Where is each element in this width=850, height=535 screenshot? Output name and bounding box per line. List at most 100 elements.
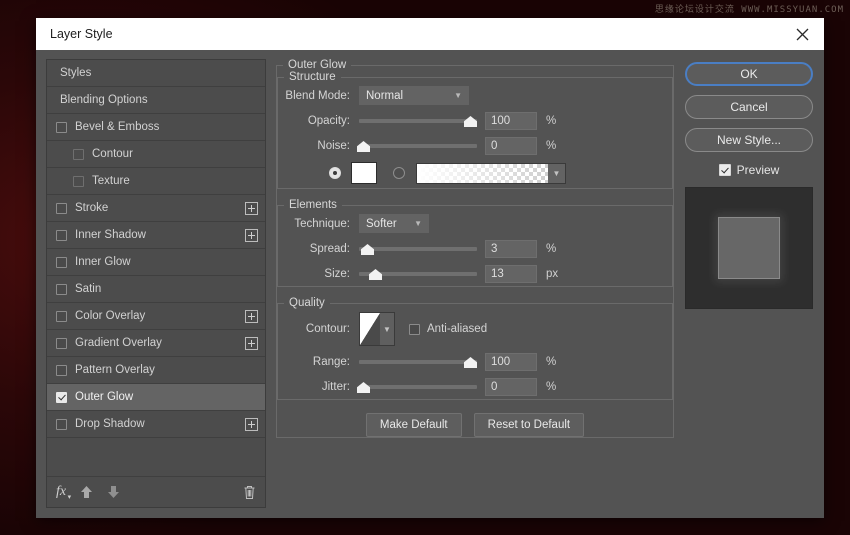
size-slider-thumb[interactable] bbox=[369, 269, 382, 280]
technique-value: Softer bbox=[366, 218, 404, 230]
size-input[interactable]: 13 bbox=[485, 265, 537, 283]
range-input[interactable]: 100 bbox=[485, 353, 537, 371]
noise-slider-thumb[interactable] bbox=[357, 141, 370, 152]
dialog-titlebar: Layer Style bbox=[36, 18, 824, 50]
noise-slider[interactable] bbox=[359, 136, 477, 155]
make-default-button[interactable]: Make Default bbox=[366, 413, 462, 437]
jitter-slider[interactable] bbox=[359, 377, 477, 396]
sidebar-item-inner-glow[interactable]: Inner Glow bbox=[47, 249, 265, 276]
reset-to-default-button[interactable]: Reset to Default bbox=[474, 413, 584, 437]
sidebar-item-texture[interactable]: Texture bbox=[47, 168, 265, 195]
effect-toggle-checkbox[interactable] bbox=[56, 365, 67, 376]
anti-aliased-box[interactable] bbox=[409, 324, 420, 335]
chevron-down-icon[interactable]: ▼ bbox=[380, 313, 394, 345]
effect-toggle-checkbox[interactable] bbox=[56, 257, 67, 268]
anti-aliased-checkbox[interactable]: Anti-aliased bbox=[409, 323, 487, 335]
outer-glow-title: Outer Glow bbox=[283, 59, 351, 71]
effect-toggle-checkbox[interactable] bbox=[73, 176, 84, 187]
effect-toggle-checkbox[interactable] bbox=[56, 230, 67, 241]
sidebar-item-satin[interactable]: Satin bbox=[47, 276, 265, 303]
jitter-slider-thumb[interactable] bbox=[357, 382, 370, 393]
add-effect-icon[interactable] bbox=[245, 337, 258, 350]
noise-label: Noise: bbox=[278, 140, 359, 152]
opacity-slider-thumb[interactable] bbox=[464, 116, 477, 127]
sidebar-item-label: Satin bbox=[75, 283, 258, 295]
add-effect-icon[interactable] bbox=[245, 202, 258, 215]
jitter-input[interactable]: 0 bbox=[485, 378, 537, 396]
sidebar-item-color-overlay[interactable]: Color Overlay bbox=[47, 303, 265, 330]
sidebar-item-drop-shadow[interactable]: Drop Shadow bbox=[47, 411, 265, 438]
contour-row: Contour: ▼ Anti-aliased bbox=[278, 309, 672, 349]
sidebar-item-gradient-overlay[interactable]: Gradient Overlay bbox=[47, 330, 265, 357]
arrow-down-icon[interactable] bbox=[107, 485, 120, 499]
add-effect-icon[interactable] bbox=[245, 229, 258, 242]
size-slider[interactable] bbox=[359, 264, 477, 283]
effect-toggle-checkbox[interactable] bbox=[56, 203, 67, 214]
sidebar-item-outer-glow[interactable]: Outer Glow bbox=[47, 384, 265, 411]
range-slider[interactable] bbox=[359, 352, 477, 371]
sidebar-item-bevel-emboss[interactable]: Bevel & Emboss bbox=[47, 114, 265, 141]
effect-toggle-checkbox[interactable] bbox=[73, 149, 84, 160]
effect-toggle-checkbox[interactable] bbox=[56, 419, 67, 430]
noise-row: Noise: 0 % bbox=[278, 133, 672, 158]
range-row: Range: 100 % bbox=[278, 349, 672, 374]
sidebar-item-inner-shadow[interactable]: Inner Shadow bbox=[47, 222, 265, 249]
sidebar-item-stroke[interactable]: Stroke bbox=[47, 195, 265, 222]
preview-checkbox-box[interactable] bbox=[719, 164, 731, 176]
effect-settings-panel: Outer Glow Structure Blend Mode: Normal … bbox=[276, 59, 674, 508]
technique-row: Technique: Softer ▼ bbox=[278, 211, 672, 236]
opacity-input[interactable]: 100 bbox=[485, 112, 537, 130]
blend-mode-row: Blend Mode: Normal ▼ bbox=[278, 83, 672, 108]
styles-sidebar: Styles Blending OptionsBevel & EmbossCont… bbox=[46, 59, 266, 508]
spread-input[interactable]: 3 bbox=[485, 240, 537, 258]
glow-color-swatch[interactable] bbox=[351, 162, 377, 184]
ok-button[interactable]: OK bbox=[685, 62, 813, 86]
style-list[interactable]: Styles Blending OptionsBevel & EmbossCont… bbox=[47, 60, 265, 476]
elements-legend: Elements bbox=[284, 199, 342, 211]
sidebar-item-styles[interactable]: Styles bbox=[47, 60, 265, 87]
jitter-row: Jitter: 0 % bbox=[278, 374, 672, 399]
spread-slider[interactable] bbox=[359, 239, 477, 258]
add-effect-icon[interactable] bbox=[245, 418, 258, 431]
add-effect-icon[interactable] bbox=[245, 310, 258, 323]
sidebar-item-label: Color Overlay bbox=[75, 310, 245, 322]
effect-toggle-checkbox[interactable] bbox=[56, 338, 67, 349]
arrow-up-icon[interactable] bbox=[80, 485, 93, 499]
fx-icon[interactable]: fx▾ bbox=[56, 484, 66, 500]
cancel-button[interactable]: Cancel bbox=[685, 95, 813, 119]
range-unit: % bbox=[546, 356, 562, 368]
sidebar-item-contour[interactable]: Contour bbox=[47, 141, 265, 168]
effect-toggle-checkbox[interactable] bbox=[56, 284, 67, 295]
effect-toggle-checkbox[interactable] bbox=[56, 122, 67, 133]
color-fill-radio[interactable] bbox=[329, 167, 341, 179]
close-icon[interactable] bbox=[780, 18, 824, 50]
blend-mode-select[interactable]: Normal ▼ bbox=[359, 86, 469, 105]
sidebar-item-blending-options[interactable]: Blending Options bbox=[47, 87, 265, 114]
technique-select[interactable]: Softer ▼ bbox=[359, 214, 429, 233]
contour-picker[interactable]: ▼ bbox=[359, 312, 395, 346]
gradient-picker[interactable]: ▼ bbox=[416, 163, 566, 184]
dialog-title: Layer Style bbox=[50, 27, 780, 41]
range-label: Range: bbox=[278, 356, 359, 368]
spread-slider-thumb[interactable] bbox=[361, 244, 374, 255]
fill-type-row: ▼ bbox=[278, 158, 672, 188]
noise-input[interactable]: 0 bbox=[485, 137, 537, 155]
effect-toggle-checkbox[interactable] bbox=[56, 311, 67, 322]
effect-toggle-checkbox[interactable] bbox=[56, 392, 67, 403]
opacity-slider[interactable] bbox=[359, 111, 477, 130]
trash-icon[interactable] bbox=[243, 485, 256, 500]
gradient-fill-radio[interactable] bbox=[393, 167, 405, 179]
sidebar-item-pattern-overlay[interactable]: Pattern Overlay bbox=[47, 357, 265, 384]
blend-mode-label: Blend Mode: bbox=[278, 90, 359, 102]
blend-mode-value: Normal bbox=[366, 90, 444, 102]
contour-curve-preview bbox=[360, 313, 380, 345]
new-style-button[interactable]: New Style... bbox=[685, 128, 813, 152]
preview-checkbox[interactable]: Preview bbox=[719, 163, 780, 177]
sidebar-item-label: Texture bbox=[92, 175, 258, 187]
outer-glow-group: Outer Glow Structure Blend Mode: Normal … bbox=[276, 59, 674, 438]
jitter-label: Jitter: bbox=[278, 381, 359, 393]
chevron-down-icon[interactable]: ▼ bbox=[548, 164, 565, 183]
size-unit: px bbox=[546, 268, 562, 280]
sidebar-item-label: Styles bbox=[60, 67, 258, 79]
range-slider-thumb[interactable] bbox=[464, 357, 477, 368]
